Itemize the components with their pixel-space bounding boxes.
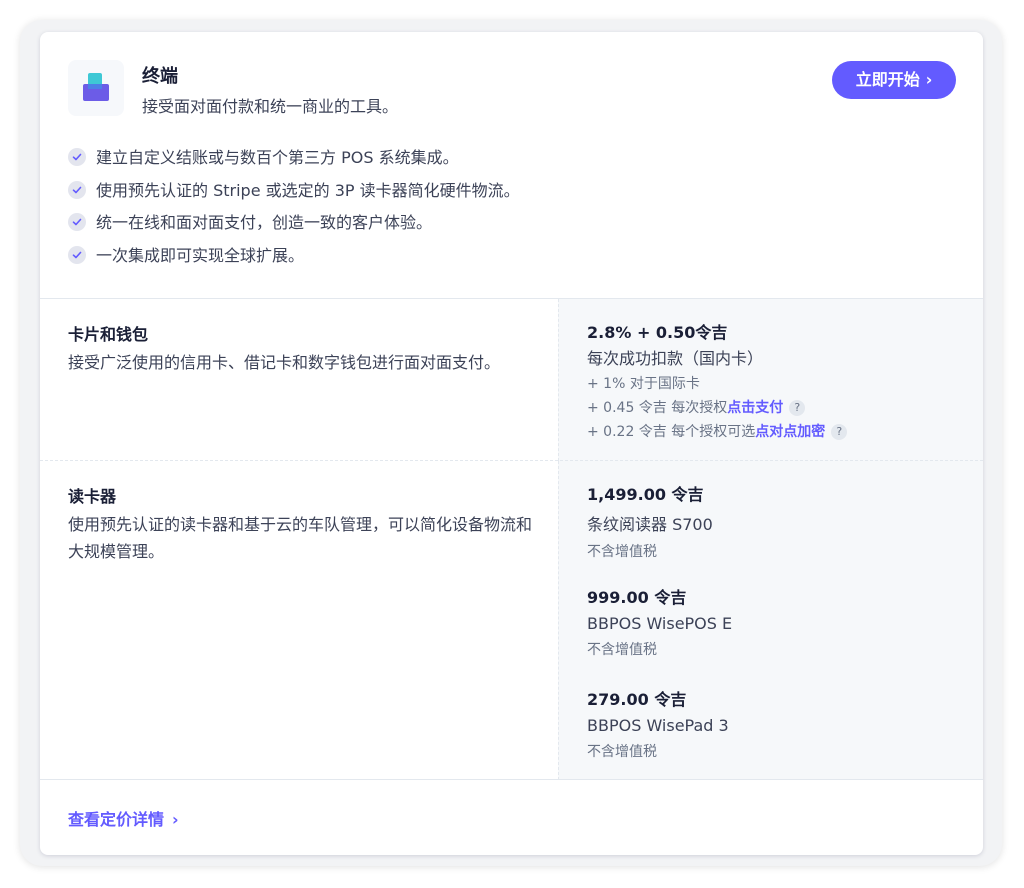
cards-wallets-description: 接受广泛使用的信用卡、借记卡和数字钱包进行面对面支付。 xyxy=(68,353,501,372)
terminal-pricing-card: 终端 接受面对面付款和统一商业的工具。 立即开始 › 建立自定义结账或与数百个第三… xyxy=(40,32,983,855)
card-footer: 查看定价详情 › xyxy=(40,779,983,855)
card-title: 终端 xyxy=(142,66,178,87)
tap-to-pay-note: + 0.45 令吉 每次授权点击支付? xyxy=(587,397,806,417)
international-card-note: + 1% 对于国际卡 xyxy=(587,376,700,392)
reader-item: 999.00 令吉 BBPOS WisePOS E 不含增值税 xyxy=(587,584,732,659)
help-icon[interactable]: ? xyxy=(831,424,848,440)
p2pe-link[interactable]: 点对点加密 xyxy=(755,424,825,440)
reader-tax: 不含增值税 xyxy=(587,642,657,658)
feature-text: 统一在线和面对面支付，创造一致的客户体验。 xyxy=(96,213,433,232)
readers-pricing: 1,499.00 令吉 条纹阅读器 S700 不含增值税 999.00 令吉 B… xyxy=(558,461,983,780)
help-icon[interactable]: ? xyxy=(789,400,806,416)
readers-info: 读卡器 使用预先认证的读卡器和基于云的车队管理，可以简化设备物流和大规模管理。 xyxy=(40,461,558,780)
readers-row: 读卡器 使用预先认证的读卡器和基于云的车队管理，可以简化设备物流和大规模管理。 … xyxy=(40,460,983,780)
card-header: 终端 接受面对面付款和统一商业的工具。 立即开始 › xyxy=(40,32,983,122)
cards-wallets-price: 2.8% + 0.50令吉 xyxy=(587,323,728,342)
check-icon xyxy=(68,180,86,199)
cards-wallets-info: 卡片和钱包 接受广泛使用的信用卡、借记卡和数字钱包进行面对面支付。 xyxy=(40,299,558,461)
reader-item: 279.00 令吉 BBPOS WisePad 3 不含增值税 xyxy=(587,686,729,761)
cards-wallets-row: 卡片和钱包 接受广泛使用的信用卡、借记卡和数字钱包进行面对面支付。 2.8% +… xyxy=(40,298,983,461)
readers-title: 读卡器 xyxy=(68,487,117,506)
reader-tax: 不含增值税 xyxy=(587,544,657,560)
tap-to-pay-link[interactable]: 点击支付 xyxy=(727,400,783,416)
reader-price: 999.00 令吉 xyxy=(587,588,687,607)
reader-name: 条纹阅读器 S700 xyxy=(587,515,713,534)
start-now-button[interactable]: 立即开始 › xyxy=(832,61,956,99)
tap-to-pay-prefix: + 0.45 令吉 每次授权 xyxy=(587,400,728,416)
chevron-right-icon: › xyxy=(925,70,933,89)
feature-text: 建立自定义结账或与数百个第三方 POS 系统集成。 xyxy=(96,148,459,167)
reader-name: BBPOS WisePOS E xyxy=(587,614,733,633)
check-icon xyxy=(68,213,86,231)
card-subtitle: 接受面对面付款和统一商业的工具。 xyxy=(142,97,399,116)
terminal-app-icon xyxy=(68,60,124,116)
cards-wallets-title: 卡片和钱包 xyxy=(68,325,149,344)
check-icon xyxy=(68,148,86,166)
cards-wallets-pricing: 2.8% + 0.50令吉 每次成功扣款（国内卡） + 1% 对于国际卡 + 0… xyxy=(558,299,983,461)
reader-name: BBPOS WisePad 3 xyxy=(587,716,729,735)
cards-wallets-price-desc: 每次成功扣款（国内卡） xyxy=(587,349,764,368)
feature-text: 一次集成即可实现全球扩展。 xyxy=(96,245,305,265)
view-pricing-details-label: 查看定价详情 xyxy=(68,810,165,829)
p2pe-note: + 0.22 令吉 每个授权可选点对点加密? xyxy=(587,421,848,441)
chevron-right-icon: › xyxy=(172,810,179,829)
reader-price: 279.00 令吉 xyxy=(587,690,687,709)
view-pricing-details-link[interactable]: 查看定价详情 › xyxy=(68,806,179,830)
check-icon xyxy=(68,245,86,264)
readers-description: 使用预先认证的读卡器和基于云的车队管理，可以简化设备物流和大规模管理。 xyxy=(68,515,533,561)
reader-price: 1,499.00 令吉 xyxy=(587,485,704,504)
p2pe-prefix: + 0.22 令吉 每个授权可选 xyxy=(587,424,756,440)
reader-tax: 不含增值税 xyxy=(587,744,657,760)
start-now-label: 立即开始 xyxy=(855,70,920,89)
reader-item: 1,499.00 令吉 条纹阅读器 S700 不含增值税 xyxy=(587,481,713,561)
feature-text: 使用预先认证的 Stripe 或选定的 3P 读卡器简化硬件物流。 xyxy=(96,180,520,200)
